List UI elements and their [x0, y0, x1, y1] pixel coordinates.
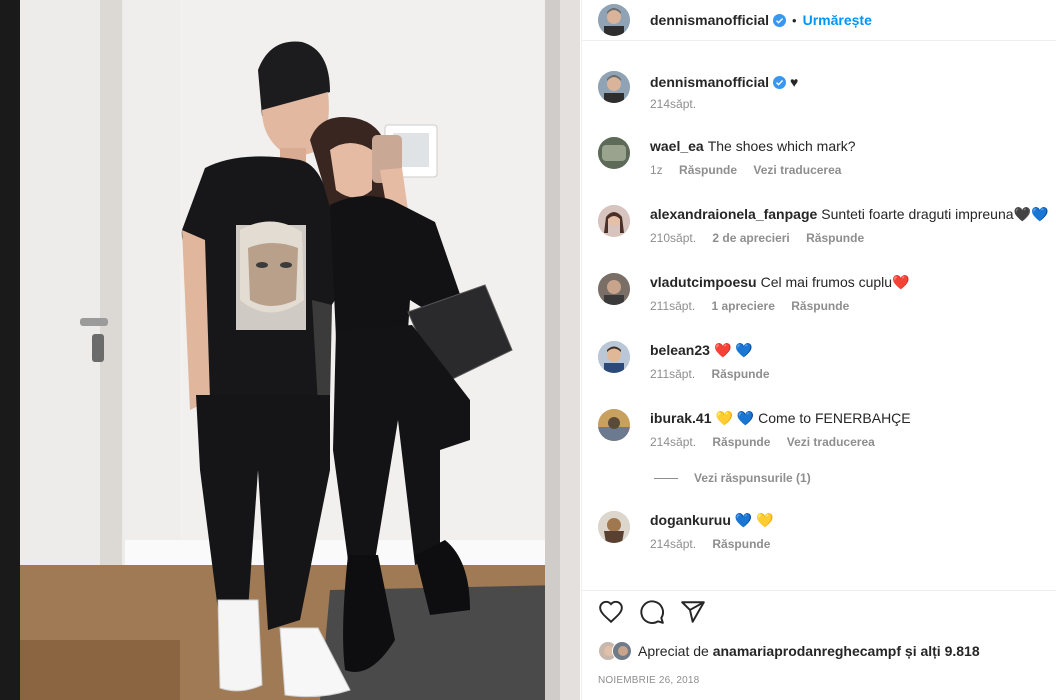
caption-text: ♥: [790, 74, 799, 90]
likes-count[interactable]: și alți 9.818: [905, 643, 980, 659]
comment-username[interactable]: wael_ea: [650, 138, 704, 154]
view-replies-label: Vezi răspunsurile (1): [694, 471, 811, 485]
comment-text: Come to FENERBAHÇE: [758, 410, 911, 426]
comments-list[interactable]: dennismanofficial ♥ 214săpt. wael_ea The s…: [582, 41, 1056, 589]
translate-button[interactable]: Vezi traducerea: [753, 163, 841, 177]
reply-button[interactable]: Răspunde: [712, 367, 770, 381]
author-username[interactable]: dennismanofficial: [650, 12, 769, 28]
liker-username[interactable]: anamariaprodanreghecampf: [713, 643, 901, 659]
share-icon[interactable]: [680, 599, 706, 625]
commenter-avatar[interactable]: [598, 137, 630, 169]
commenter-avatar[interactable]: [598, 205, 630, 237]
comment-emoji: ❤️: [892, 274, 910, 290]
comment-time: 1z: [650, 163, 663, 177]
replies-divider: [654, 477, 678, 479]
commenter-avatar[interactable]: [598, 273, 630, 305]
comment-likes[interactable]: 1 apreciere: [712, 299, 775, 313]
author-avatar[interactable]: [598, 4, 630, 36]
comment-username[interactable]: iburak.41: [650, 410, 711, 426]
heart-icon[interactable]: [598, 599, 624, 625]
comment-username[interactable]: dogankuruu: [650, 512, 731, 528]
comment-time: 211săpt.: [650, 299, 696, 313]
comment-username[interactable]: alexandraionela_fanpage: [650, 206, 817, 222]
follow-button[interactable]: Urmărește: [803, 12, 872, 28]
commenter-avatar[interactable]: [598, 341, 630, 373]
comment-username[interactable]: vladutcimpoesu: [650, 274, 757, 290]
comment-likes[interactable]: 2 de aprecieri: [712, 231, 789, 245]
reply-button[interactable]: Răspunde: [806, 231, 864, 245]
caption-time: 214săpt.: [650, 97, 697, 111]
commenter-avatar[interactable]: [598, 409, 630, 441]
comment-time: 214săpt.: [650, 435, 697, 449]
separator-dot: •: [792, 12, 797, 28]
reply-button[interactable]: Răspunde: [679, 163, 737, 177]
commenter-avatar[interactable]: [598, 511, 630, 543]
translate-button[interactable]: Vezi traducerea: [787, 435, 875, 449]
author-avatar[interactable]: [598, 71, 630, 103]
action-bar: Apreciat de anamariaprodanreghecampf și …: [582, 590, 1056, 700]
post-header: dennismanofficial • Urmărește: [582, 0, 1056, 41]
likes-summary: Apreciat de anamariaprodanreghecampf și …: [598, 641, 980, 661]
comment-emoji: ❤️ 💙: [713, 342, 753, 358]
comment-emoji: 💛 💙: [715, 410, 755, 426]
post-photo[interactable]: [0, 0, 580, 700]
comment-username[interactable]: belean23: [650, 342, 710, 358]
comment-time: 210săpt.: [650, 231, 697, 245]
comment-time: 211săpt.: [650, 367, 696, 381]
caption-meta: 214săpt.: [650, 97, 709, 111]
verified-icon: [773, 76, 787, 89]
caption-username[interactable]: dennismanofficial: [650, 74, 769, 90]
comment-text: The shoes which mark?: [707, 138, 856, 154]
comment-time: 214săpt.: [650, 537, 697, 551]
likes-prefix: Apreciat de: [638, 643, 709, 659]
comment-text: Sunteti foarte draguti impreuna: [821, 206, 1014, 222]
post-date[interactable]: NOIEMBRIE 26, 2018: [598, 675, 699, 686]
couple-mirror-selfie-image: [0, 0, 580, 700]
reply-button[interactable]: Răspunde: [712, 537, 770, 551]
view-replies-button[interactable]: Vezi răspunsurile (1): [654, 471, 811, 485]
comment-icon[interactable]: [639, 599, 665, 625]
comment-emoji: 🖤💙: [1013, 206, 1049, 222]
post-details-panel: dennismanofficial • Urmărește dennismano…: [581, 0, 1056, 700]
reply-button[interactable]: Răspunde: [712, 435, 770, 449]
verified-icon: [773, 13, 787, 27]
reply-button[interactable]: Răspunde: [791, 299, 849, 313]
comment-text: Cel mai frumos cuplu: [760, 274, 893, 290]
comment-emoji: 💙 💛: [734, 512, 774, 528]
liker-avatar[interactable]: [612, 641, 632, 661]
